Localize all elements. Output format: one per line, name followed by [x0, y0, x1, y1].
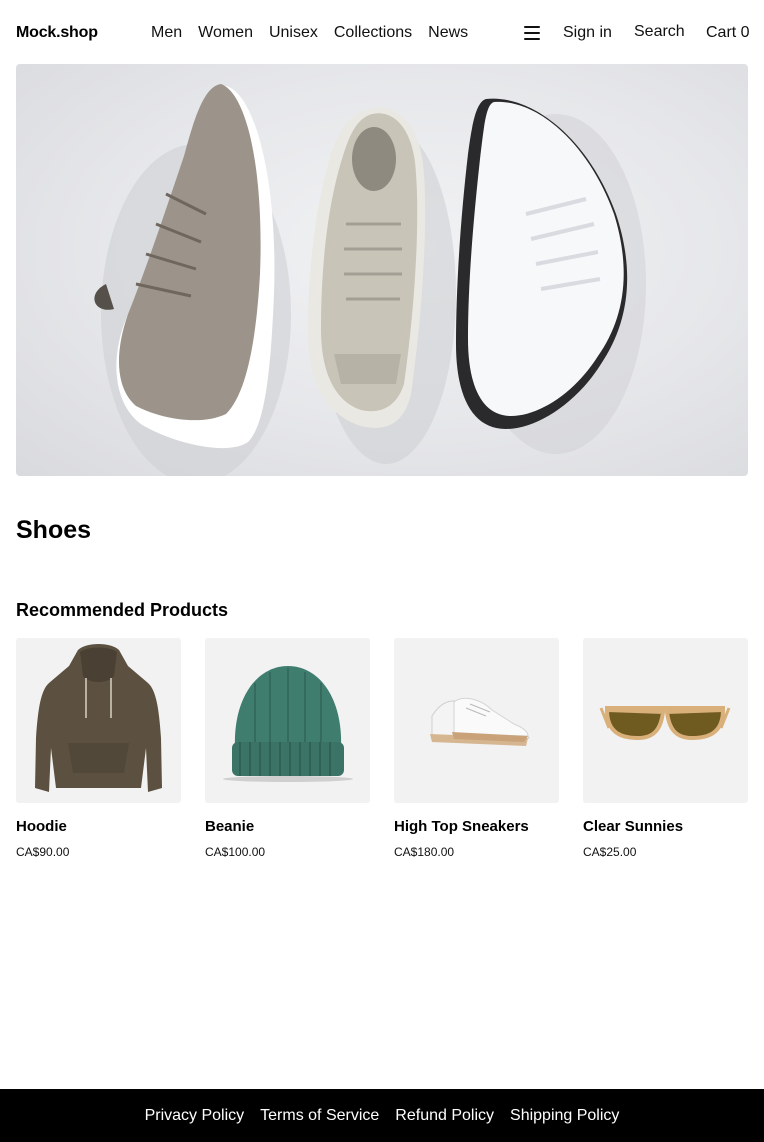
product-price: CA$180.00: [394, 845, 455, 859]
page-title: Shoes: [16, 516, 92, 544]
product-name[interactable]: Hoodie: [16, 818, 181, 835]
footer-link-refund-policy[interactable]: Refund Policy: [395, 1107, 494, 1125]
footer-link-shipping-policy[interactable]: Shipping Policy: [510, 1107, 619, 1125]
product-name[interactable]: Beanie: [205, 818, 370, 835]
nav-item-women[interactable]: Women: [198, 24, 253, 42]
sneakers-image[interactable]: [394, 638, 559, 803]
footer-link-privacy-policy[interactable]: Privacy Policy: [145, 1107, 245, 1125]
hero-banner-image: [16, 64, 748, 476]
product-card-high-top-sneakers[interactable]: High Top Sneakers CA$180.00: [394, 638, 559, 859]
nav-item-news[interactable]: News: [428, 24, 468, 42]
product-price: CA$90.00: [16, 845, 70, 859]
product-name[interactable]: Clear Sunnies: [583, 818, 748, 835]
product-name[interactable]: High Top Sneakers: [394, 818, 559, 835]
main-nav: Men Women Unisex Collections News: [151, 24, 468, 42]
cart-link[interactable]: Cart 0: [706, 24, 750, 42]
product-price: CA$100.00: [205, 845, 266, 859]
beanie-image[interactable]: [205, 638, 370, 803]
footer-links: Privacy Policy Terms of Service Refund P…: [0, 1107, 764, 1125]
site-footer: Privacy Policy Terms of Service Refund P…: [0, 1089, 764, 1142]
search-link[interactable]: Search: [634, 23, 685, 41]
site-logo[interactable]: Mock.shop: [16, 24, 98, 42]
nav-item-men[interactable]: Men: [151, 24, 182, 42]
site-header: Mock.shop Men Women Unisex Collections N…: [0, 0, 764, 66]
product-card-clear-sunnies[interactable]: Clear Sunnies CA$25.00: [583, 638, 748, 859]
product-price: CA$25.00: [583, 845, 637, 859]
beige-shoe-icon: [308, 107, 426, 428]
product-card-hoodie[interactable]: Hoodie CA$90.00: [16, 638, 181, 859]
section-title-recommended: Recommended Products: [16, 600, 229, 620]
footer-link-terms-of-service[interactable]: Terms of Service: [260, 1107, 379, 1125]
sign-in-link[interactable]: Sign in: [563, 24, 612, 42]
sunglasses-image[interactable]: [583, 638, 748, 803]
nav-item-unisex[interactable]: Unisex: [269, 24, 318, 42]
product-card-beanie[interactable]: Beanie CA$100.00: [205, 638, 370, 859]
hamburger-icon[interactable]: [524, 26, 540, 40]
hoodie-image[interactable]: [16, 638, 181, 803]
nav-item-collections[interactable]: Collections: [334, 24, 412, 42]
